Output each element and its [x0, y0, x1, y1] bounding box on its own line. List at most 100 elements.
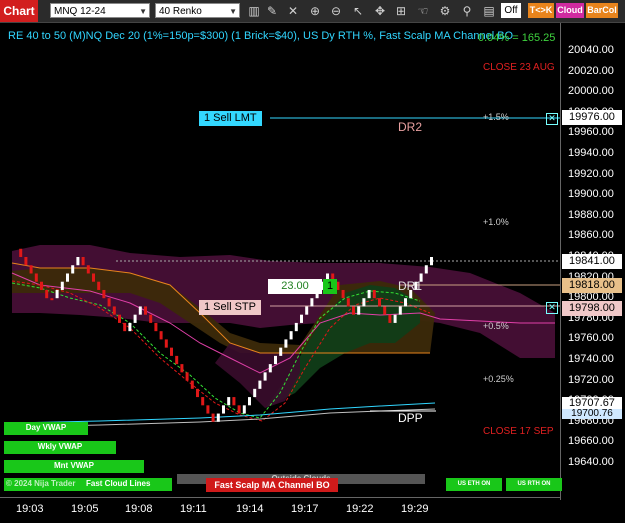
fast-scalp-button[interactable]: Fast Scalp MA Channel BO: [206, 478, 338, 492]
sell-lmt-price-label: 19976.00: [562, 110, 622, 125]
arrow-icon[interactable]: ↖: [350, 3, 366, 19]
tools-icon[interactable]: ✕: [285, 3, 301, 19]
edit-icon[interactable]: ✎: [264, 3, 280, 19]
zoom-in-icon[interactable]: ⊕: [307, 3, 323, 19]
us-eth-on-button[interactable]: US ETH ON: [446, 478, 502, 491]
renko-brick-down: [201, 397, 205, 406]
indicator-icon[interactable]: ⚙: [437, 3, 453, 19]
renko-brick-down: [175, 355, 179, 365]
renko-brick-up: [268, 364, 272, 373]
renko-brick-down: [24, 257, 28, 266]
renko-brick-up: [357, 306, 361, 315]
bar-chart-icon[interactable]: ▥: [246, 3, 262, 19]
pct-0-5-label: +0.5%: [483, 321, 509, 331]
renko-brick-down: [352, 306, 355, 315]
y-tick-label: 19900.00: [568, 188, 614, 201]
renko-brick-down: [112, 306, 116, 315]
pin-icon[interactable]: ⚲: [459, 3, 475, 19]
renko-brick-up: [263, 372, 267, 381]
us-rth-on-button[interactable]: US RTH ON: [506, 478, 562, 491]
renko-brick-down: [170, 347, 173, 356]
fast-cloud-lines-label: Fast Cloud Lines: [86, 479, 151, 488]
renko-brick-down: [159, 331, 163, 340]
wkly-vwap-button[interactable]: Wkly VWAP: [4, 441, 116, 454]
renko-brick-up: [76, 257, 80, 266]
x-tick-label: 19:08: [125, 503, 153, 515]
top-percent-value: 0.04% = 165.25: [478, 32, 556, 44]
renko-brick-up: [242, 405, 246, 414]
quantity-count[interactable]: 1: [323, 279, 337, 294]
renko-brick-up: [300, 314, 303, 323]
renko-brick-up: [60, 281, 64, 290]
chart-title: RE 40 to 50 (M)NQ Dec 20 (1%=150p=$300) …: [8, 30, 514, 42]
renko-brick-up: [279, 347, 283, 356]
renko-brick-up: [222, 405, 225, 414]
x-tick-label: 19:11: [180, 503, 207, 515]
renko-brick-down: [164, 339, 168, 348]
zoom-out-icon[interactable]: ⊖: [328, 3, 344, 19]
x-tick-label: 19:14: [236, 503, 264, 515]
chart-toolbar: Chart MNQ 12-24 ▼ 40 Renko ▼ ▥ ✎ ✕ ⊕ ⊖ ↖…: [0, 0, 625, 23]
chevron-down-icon: ▼: [139, 7, 147, 16]
renko-brick-up: [289, 331, 293, 340]
renko-brick-up: [284, 339, 288, 348]
instrument-value: MNQ 12-24: [54, 6, 106, 17]
off-toggle[interactable]: Off: [501, 3, 521, 18]
renko-brick-down: [123, 322, 127, 332]
renko-brick-down: [388, 314, 392, 323]
renko-brick-up: [393, 314, 397, 323]
sell-lmt-order[interactable]: 1 Sell LMT: [199, 111, 262, 126]
renko-brick-down: [45, 289, 49, 299]
barcol-button[interactable]: BarCol: [586, 3, 618, 18]
pct-0-25-label: +0.25%: [483, 374, 514, 384]
sell-stp-order[interactable]: 1 Sell STP: [199, 300, 261, 315]
renko-brick-up: [216, 413, 220, 422]
tk-button[interactable]: T<>K: [528, 3, 554, 18]
renko-brick-down: [97, 281, 101, 290]
renko-brick-up: [310, 298, 314, 307]
renko-brick-down: [81, 257, 85, 266]
renko-brick-down: [346, 298, 350, 307]
renko-brick-up: [274, 355, 277, 365]
renko-brick-up: [253, 388, 257, 398]
mnt-vwap-button[interactable]: Mnt VWAP: [4, 460, 144, 473]
renko-brick-down: [206, 405, 210, 414]
renko-brick-down: [154, 322, 158, 332]
chart-tab[interactable]: Chart: [0, 0, 38, 22]
renko-brick-up: [367, 289, 371, 299]
y-tick-label: 19960.00: [568, 126, 614, 139]
y-tick-label: 20000.00: [568, 85, 614, 98]
renko-brick-down: [92, 273, 95, 282]
x-tick-label: 19:22: [346, 503, 374, 515]
y-tick-label: 19940.00: [568, 147, 614, 159]
y-tick-label: 19880.00: [568, 208, 614, 221]
y-tick-label: 19640.00: [568, 456, 614, 468]
pct-1-5-label: +1.5%: [483, 112, 509, 122]
bar-type-select[interactable]: 40 Renko ▼: [155, 3, 240, 18]
renko-brick-down: [180, 364, 184, 373]
quantity-value[interactable]: 23.00: [268, 279, 322, 294]
cancel-stp-icon[interactable]: ✕: [546, 302, 558, 314]
cancel-lmt-icon[interactable]: ✕: [546, 113, 558, 125]
crosshair-icon[interactable]: ✥: [372, 3, 388, 19]
data-box-icon[interactable]: ▤: [481, 3, 497, 19]
y-tick-label: 19760.00: [568, 332, 614, 345]
x-tick-label: 19:29: [401, 503, 429, 515]
close-17-sep-label: CLOSE 17 SEP: [483, 426, 554, 437]
renko-brick-down: [196, 388, 199, 398]
hand-icon[interactable]: ☜: [415, 3, 431, 19]
fast-cloud-lines-button[interactable]: © 2024 Nija Trader Fast Cloud Lines: [4, 478, 172, 491]
chevron-down-icon: ▼: [229, 7, 237, 16]
renko-brick-up: [248, 397, 251, 406]
day-vwap-button[interactable]: Day VWAP: [4, 422, 88, 435]
instrument-select[interactable]: MNQ 12-24 ▼: [50, 3, 150, 18]
grid-icon[interactable]: ⊞: [393, 3, 409, 19]
renko-brick-down: [372, 289, 376, 299]
renko-brick-down: [190, 380, 194, 389]
renko-brick-down: [383, 306, 387, 315]
renko-brick-up: [258, 380, 262, 389]
cloud-button[interactable]: Cloud: [556, 3, 584, 18]
vwap-price-label-b: 19700.76: [562, 409, 622, 419]
x-axis-separator: [0, 497, 560, 498]
y-tick-label: 19660.00: [568, 435, 614, 448]
